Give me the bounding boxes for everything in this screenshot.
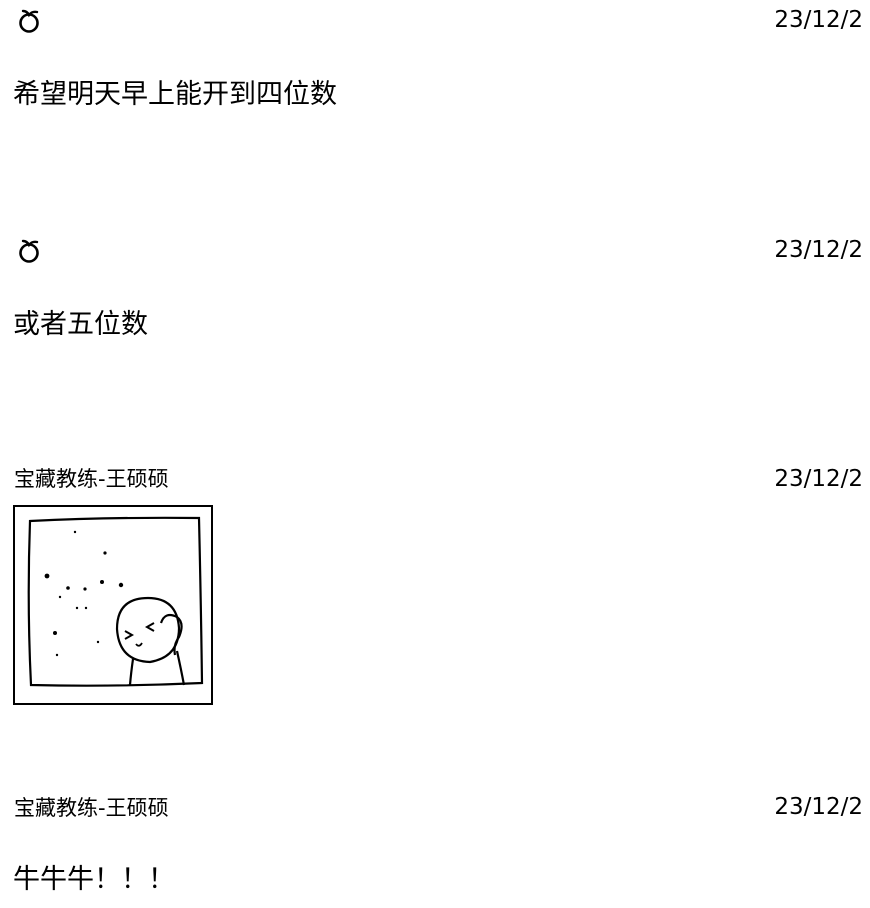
peach-icon[interactable] — [16, 238, 42, 264]
chat-message: 23/12/2 希望明天早上能开到四位数 — [0, 0, 870, 130]
message-text: 希望明天早上能开到四位数 — [13, 79, 337, 110]
message-date: 23/12/2 — [774, 794, 863, 820]
chat-message: 23/12/2 或者五位数 — [0, 230, 870, 360]
message-text: 或者五位数 — [13, 309, 148, 340]
chat-message: 宝藏教练-王硕硕 23/12/2 — [0, 462, 870, 712]
peach-icon[interactable] — [16, 8, 42, 34]
message-date: 23/12/2 — [774, 237, 863, 263]
message-text: 牛牛牛！！！ — [13, 864, 175, 895]
chat-message: 宝藏教练-王硕硕 23/12/2 牛牛牛！！！ — [0, 790, 870, 908]
sender-name[interactable]: 宝藏教练-王硕硕 — [14, 795, 169, 821]
message-date: 23/12/2 — [774, 466, 863, 492]
cartoon-sticker-image[interactable] — [13, 505, 213, 705]
message-date: 23/12/2 — [774, 7, 863, 33]
sender-name[interactable]: 宝藏教练-王硕硕 — [14, 466, 169, 492]
